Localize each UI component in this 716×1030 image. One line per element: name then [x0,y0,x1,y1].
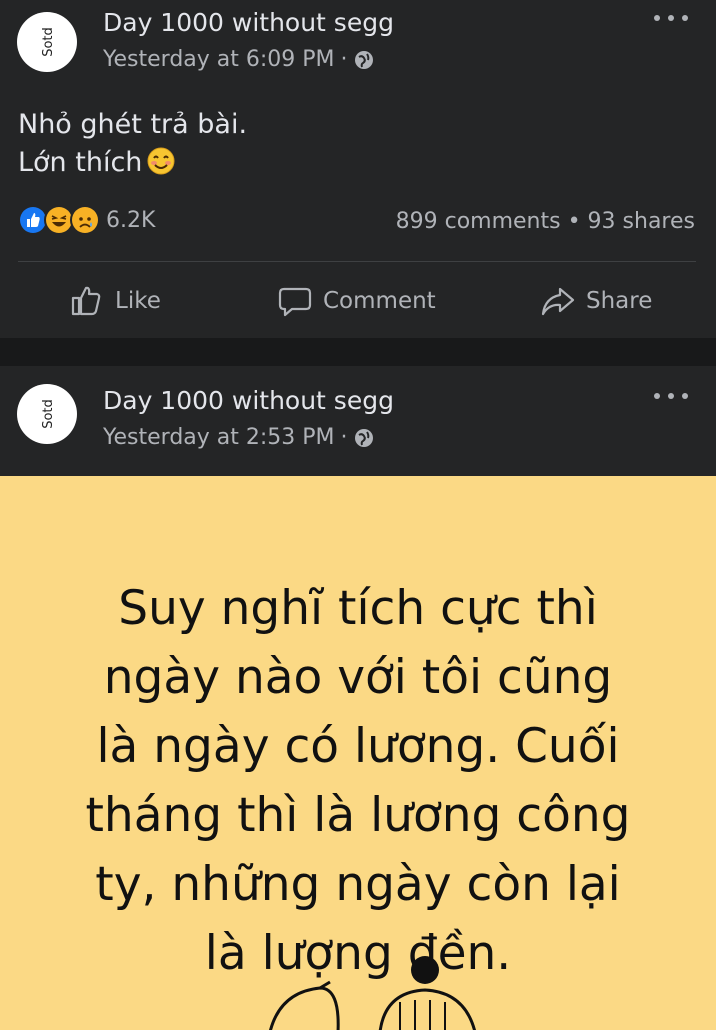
post-meta: Yesterday at 6:09 PM · [103,47,374,72]
text-background-card: Suy nghĩ tích cực thì ngày nào với tôi c… [0,476,716,1030]
quote-line: tháng thì là lương công [85,788,631,843]
quote-text: Suy nghĩ tích cực thì ngày nào với tôi c… [20,574,696,988]
meta-separator: · [340,47,348,72]
more-options-icon[interactable] [654,388,688,404]
svg-text:Sotd: Sotd [41,27,56,57]
quote-line: ngày nào với tôi cũng [103,650,613,705]
comment-label: Comment [323,288,436,314]
svg-text:Sotd: Sotd [41,399,56,429]
reactions-summary[interactable]: 6.2K [18,205,155,235]
comment-bubble-icon [278,287,312,317]
page-avatar[interactable]: Sotd [17,12,77,72]
share-button[interactable]: Share [540,272,652,330]
post-time[interactable]: Yesterday at 6:09 PM [103,47,335,72]
smiling-face-emoji-icon [147,147,175,175]
post-time[interactable]: Yesterday at 2:53 PM [103,425,335,450]
reaction-count: 6.2K [106,207,156,233]
post-actions: Like Comment Share [0,272,716,330]
sad-reaction-icon [70,205,100,235]
meta-separator: · [340,425,348,450]
thumbs-up-icon [71,286,101,316]
globe-icon [354,428,373,447]
comment-button[interactable]: Comment [277,272,436,330]
post-text-line: Lớn thích [18,144,247,182]
page-name-link[interactable]: Day 1000 without segg [103,8,394,37]
comments-shares-count[interactable]: 899 comments • 93 shares [396,209,695,234]
share-arrow-icon [541,287,575,316]
globe-icon [354,50,373,69]
feed-gap [0,338,716,366]
share-label: Share [586,288,653,314]
like-label: Like [115,288,161,314]
post-body: Nhỏ ghét trả bài. Lớn thích [18,106,247,182]
cartoon-illustration [269,956,476,1030]
page-name-link[interactable]: Day 1000 without segg [103,386,394,415]
more-options-icon[interactable] [654,10,688,26]
post-text-line: Nhỏ ghét trả bài. [18,109,248,140]
post-card: Sotd Day 1000 without segg Yesterday at … [0,0,716,338]
quote-line: là ngày có lương. Cuối [96,719,620,774]
quote-line: Suy nghĩ tích cực thì [118,581,598,636]
like-button[interactable]: Like [69,272,161,330]
page-avatar[interactable]: Sotd [17,384,77,444]
divider [18,261,696,262]
post-meta: Yesterday at 2:53 PM · [103,425,374,450]
quote-line: ty, những ngày còn lại [95,857,621,912]
